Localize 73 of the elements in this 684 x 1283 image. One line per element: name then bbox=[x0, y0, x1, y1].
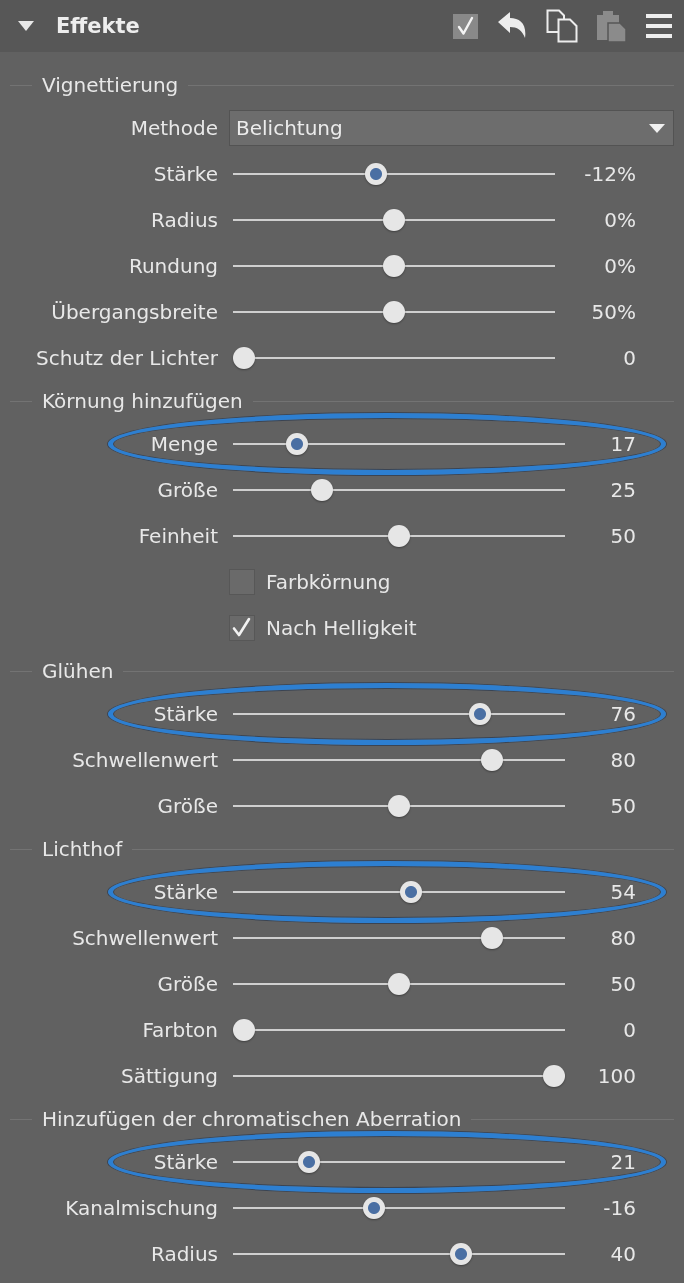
slider-label: Farbton bbox=[142, 1018, 218, 1042]
slider-value: 21 bbox=[609, 1150, 636, 1174]
slider-label: Stärke bbox=[153, 1150, 218, 1174]
slider-value: 17 bbox=[609, 432, 636, 456]
slider-label: Schwellenwert bbox=[72, 926, 218, 950]
caret-icon bbox=[649, 123, 665, 133]
slider-value: 50 bbox=[609, 794, 636, 818]
slider-value: -16 bbox=[602, 1196, 636, 1220]
slider-value: 40 bbox=[609, 1242, 636, 1266]
expand-triangle-icon[interactable] bbox=[18, 21, 34, 31]
slider-label: Stärke bbox=[153, 162, 218, 186]
slider-label: Radius bbox=[150, 208, 218, 232]
slider-thumb[interactable] bbox=[383, 209, 406, 231]
slider-value: 50 bbox=[609, 972, 636, 996]
panel-title: Effekte bbox=[56, 14, 140, 38]
slider-thumb[interactable] bbox=[383, 301, 406, 323]
method-dropdown[interactable]: Belichtung bbox=[229, 110, 674, 146]
slider-thumb[interactable] bbox=[365, 163, 388, 185]
slider-label: Stärke bbox=[153, 702, 218, 726]
section-title: Vignettierung bbox=[42, 73, 179, 97]
slider-value: 0% bbox=[603, 208, 636, 232]
slider-thumb[interactable] bbox=[233, 1019, 255, 1041]
section-title: Glühen bbox=[42, 659, 114, 683]
slider-thumb[interactable] bbox=[400, 881, 423, 903]
slider-label: Übergangsbreite bbox=[51, 300, 218, 324]
slider-value: -12% bbox=[583, 162, 636, 186]
slider-label: Größe bbox=[157, 794, 218, 818]
slider-value: 76 bbox=[609, 702, 636, 726]
slider-value: 54 bbox=[609, 880, 636, 904]
slider-thumb[interactable] bbox=[363, 1197, 386, 1219]
slider-value: 25 bbox=[609, 478, 636, 502]
checkbox-label: Nach Helligkeit bbox=[266, 616, 417, 640]
slider-thumb[interactable] bbox=[383, 255, 406, 277]
slider-thumb[interactable] bbox=[298, 1151, 321, 1173]
slider-label: Schutz der Lichter bbox=[35, 346, 218, 370]
slider-label: Menge bbox=[150, 432, 218, 456]
slider-label: Rundung bbox=[128, 254, 218, 278]
slider-value: 0 bbox=[622, 1018, 636, 1042]
slider-thumb[interactable] bbox=[388, 973, 410, 995]
enable-checkbox[interactable] bbox=[453, 13, 478, 39]
slider-thumb[interactable] bbox=[388, 525, 410, 547]
section-title: Hinzufügen der chromatischen Aberration bbox=[42, 1107, 462, 1131]
slider-thumb[interactable] bbox=[450, 1243, 472, 1265]
slider-label: Größe bbox=[157, 478, 218, 502]
section-title: Körnung hinzufügen bbox=[42, 389, 243, 413]
slider-thumb[interactable] bbox=[481, 749, 503, 771]
slider-label: Größe bbox=[157, 972, 218, 996]
slider-value: 100 bbox=[596, 1064, 636, 1088]
slider-thumb[interactable] bbox=[543, 1065, 565, 1087]
slider-thumb[interactable] bbox=[233, 347, 255, 369]
slider-label: Sättigung bbox=[121, 1064, 218, 1088]
copy-icon[interactable] bbox=[546, 9, 578, 43]
slider-value: 50% bbox=[590, 300, 636, 324]
slider-value: 0% bbox=[603, 254, 636, 278]
menu-icon[interactable] bbox=[646, 14, 672, 38]
slider-thumb[interactable] bbox=[285, 433, 308, 455]
slider-thumb[interactable] bbox=[468, 703, 491, 725]
slider-thumb[interactable] bbox=[388, 795, 410, 817]
slider-label: Feinheit bbox=[138, 524, 218, 548]
slider-value: 80 bbox=[609, 926, 636, 950]
slider-label: Schwellenwert bbox=[72, 748, 218, 772]
slider-thumb[interactable] bbox=[481, 927, 503, 949]
section-title: Lichthof bbox=[42, 837, 123, 861]
slider-label: Radius bbox=[150, 1242, 218, 1266]
checkbox[interactable] bbox=[229, 615, 255, 641]
slider-value: 80 bbox=[609, 748, 636, 772]
slider-value: 50 bbox=[609, 524, 636, 548]
slider-value: 0 bbox=[622, 346, 636, 370]
dropdown-label: Methode bbox=[130, 116, 218, 140]
slider-thumb[interactable] bbox=[310, 479, 333, 501]
checkbox-label: Farbkörnung bbox=[266, 570, 391, 594]
slider-label: Kanalmischung bbox=[65, 1196, 218, 1220]
slider-label: Stärke bbox=[153, 880, 218, 904]
